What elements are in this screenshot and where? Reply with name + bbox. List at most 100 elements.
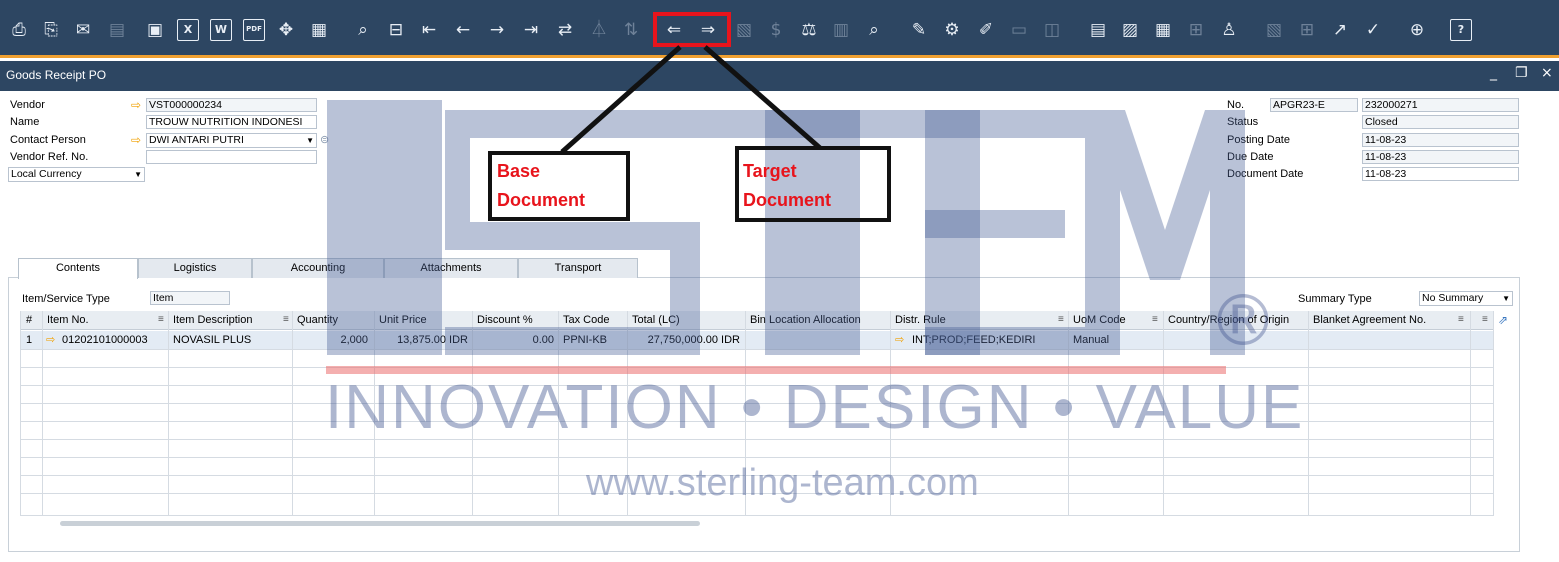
- calculator-icon[interactable]: ▦: [1152, 19, 1174, 41]
- distr-rule-arrow-icon[interactable]: ⇨: [891, 331, 909, 349]
- close-icon[interactable]: ×: [1541, 65, 1553, 81]
- web-icon[interactable]: ⊕: [1406, 19, 1428, 41]
- query-icon[interactable]: ⌕: [863, 19, 885, 41]
- contact-details-icon[interactable]: ⊜: [320, 133, 329, 146]
- filter-icon[interactable]: ⏃: [588, 19, 610, 41]
- preview-icon[interactable]: ⎙: [8, 19, 30, 41]
- refresh-icon[interactable]: ⇄: [554, 19, 576, 41]
- email-icon[interactable]: ✉: [72, 19, 94, 41]
- col-header-discount[interactable]: Discount %: [473, 311, 558, 329]
- print-icon[interactable]: ⎘: [40, 19, 62, 41]
- status-field[interactable]: Closed: [1362, 115, 1519, 129]
- move-icon[interactable]: ✥: [275, 19, 297, 41]
- balance-icon[interactable]: ⚖: [798, 19, 820, 41]
- report-icon[interactable]: ▧: [1263, 19, 1285, 41]
- excel-export-icon[interactable]: ↗: [1329, 19, 1351, 41]
- col-header-item-no[interactable]: Item No.: [43, 311, 169, 329]
- tab-logistics[interactable]: Logistics: [138, 258, 252, 278]
- due-date-field[interactable]: 11-08-23: [1362, 150, 1519, 164]
- form-settings-icon[interactable]: ✐: [975, 19, 997, 41]
- gross-profit-icon[interactable]: ▧: [733, 19, 755, 41]
- last-record-icon[interactable]: ⇥: [520, 19, 542, 41]
- user-icon[interactable]: ♙: [1218, 19, 1240, 41]
- column-menu-icon[interactable]: ≡: [154, 311, 168, 329]
- chevron-down-icon[interactable]: ▼: [1502, 292, 1510, 305]
- quantity-cell[interactable]: 2,000: [293, 331, 371, 349]
- launch-app-icon[interactable]: ▦: [308, 19, 330, 41]
- contact-person-select[interactable]: DWI ANTARI PUTRI ▼: [146, 133, 317, 148]
- item-description-cell[interactable]: NOVASIL PLUS: [169, 331, 292, 349]
- column-menu-icon[interactable]: ≡: [1478, 311, 1492, 329]
- tab-attachments[interactable]: Attachments: [384, 258, 518, 278]
- sms-icon[interactable]: ▤: [106, 19, 128, 41]
- vendor-ref-field[interactable]: [146, 150, 317, 164]
- message-icon[interactable]: ▭: [1008, 19, 1030, 41]
- vendor-field[interactable]: VST000000234: [146, 98, 317, 112]
- country-origin-cell[interactable]: [1164, 331, 1308, 349]
- next-record-icon[interactable]: →: [486, 19, 508, 41]
- document-date-field[interactable]: 11-08-23: [1362, 167, 1519, 181]
- col-header-total[interactable]: Total (LC): [628, 311, 745, 329]
- currency-icon[interactable]: $: [765, 19, 787, 41]
- approval-icon[interactable]: ▨: [1119, 19, 1141, 41]
- col-header-num[interactable]: #: [22, 311, 42, 329]
- total-cell[interactable]: 27,750,000.00 IDR: [628, 331, 744, 349]
- col-header-distr-rule[interactable]: Distr. Rule: [891, 311, 1068, 329]
- column-menu-icon[interactable]: ≡: [1148, 311, 1162, 329]
- tab-transport[interactable]: Transport: [518, 258, 638, 278]
- fax-icon[interactable]: ▣: [144, 19, 166, 41]
- draft-icon[interactable]: ▤: [1087, 19, 1109, 41]
- first-record-icon[interactable]: ⇤: [418, 19, 440, 41]
- horizontal-scrollbar[interactable]: [60, 521, 700, 526]
- minimize-icon[interactable]: _: [1490, 65, 1497, 81]
- item-type-field[interactable]: Item: [150, 291, 230, 305]
- col-header-bin-location[interactable]: Bin Location Allocation: [746, 311, 890, 329]
- previous-record-icon[interactable]: ←: [452, 19, 474, 41]
- contact-link-arrow-icon[interactable]: ⇨: [131, 134, 145, 146]
- column-menu-icon[interactable]: ≡: [1054, 311, 1068, 329]
- discount-cell[interactable]: 0.00: [473, 331, 557, 349]
- word-icon[interactable]: W: [210, 19, 232, 41]
- item-no-cell[interactable]: 01202101000003: [58, 331, 168, 349]
- col-header-quantity[interactable]: Quantity: [293, 311, 374, 329]
- col-header-tax-code[interactable]: Tax Code: [559, 311, 627, 329]
- column-menu-icon[interactable]: ≡: [279, 311, 293, 329]
- name-field[interactable]: TROUW NUTRITION INDONESI: [146, 115, 317, 129]
- col-header-blanket-agreement[interactable]: Blanket Agreement No.: [1309, 311, 1459, 329]
- settings-icon[interactable]: ⚙: [941, 19, 963, 41]
- tax-code-cell[interactable]: PPNI-KB: [559, 331, 627, 349]
- bin-location-cell[interactable]: [746, 331, 890, 349]
- doc-no-field[interactable]: 232000271: [1362, 98, 1519, 112]
- journal-icon[interactable]: ▥: [830, 19, 852, 41]
- pdf-icon[interactable]: PDF: [243, 19, 265, 41]
- col-header-unit-price[interactable]: Unit Price: [375, 311, 472, 329]
- col-header-item-description[interactable]: Item Description: [169, 311, 293, 329]
- chevron-down-icon[interactable]: ▼: [306, 134, 314, 147]
- uom-code-cell[interactable]: Manual: [1069, 331, 1162, 349]
- add-icon[interactable]: ⊟: [385, 19, 407, 41]
- expand-grid-icon[interactable]: ⇗: [1494, 311, 1510, 329]
- posting-date-field[interactable]: 11-08-23: [1362, 133, 1519, 147]
- summary-type-select[interactable]: No Summary ▼: [1419, 291, 1513, 306]
- unit-price-cell[interactable]: 13,875.00 IDR: [375, 331, 471, 349]
- help-icon[interactable]: ?: [1450, 19, 1472, 41]
- distr-rule-cell[interactable]: INT;PROD;FEED;KEDIRI: [908, 331, 1068, 349]
- layout-icon[interactable]: ⊞: [1296, 19, 1318, 41]
- column-menu-icon[interactable]: ≡: [1454, 311, 1468, 329]
- find-icon[interactable]: ⌕: [352, 19, 374, 41]
- excel-icon[interactable]: X: [177, 19, 199, 41]
- vendor-link-arrow-icon[interactable]: ⇨: [131, 99, 145, 111]
- chevron-down-icon[interactable]: ▼: [134, 168, 142, 181]
- series-field[interactable]: APGR23-E: [1270, 98, 1358, 112]
- tab-contents[interactable]: Contents: [18, 258, 138, 279]
- blanket-agreement-cell[interactable]: [1309, 331, 1469, 349]
- currency-select[interactable]: Local Currency ▼: [8, 167, 145, 182]
- tab-accounting[interactable]: Accounting: [252, 258, 384, 278]
- structure-icon[interactable]: ⊞: [1185, 19, 1207, 41]
- restore-icon[interactable]: ❐: [1515, 65, 1528, 81]
- edit-icon[interactable]: ✎: [908, 19, 930, 41]
- alert-icon[interactable]: ◫: [1041, 19, 1063, 41]
- chart-icon[interactable]: ✓: [1362, 19, 1384, 41]
- sort-icon[interactable]: ⇅: [620, 19, 642, 41]
- col-header-country-origin[interactable]: Country/Region of Origin: [1164, 311, 1308, 329]
